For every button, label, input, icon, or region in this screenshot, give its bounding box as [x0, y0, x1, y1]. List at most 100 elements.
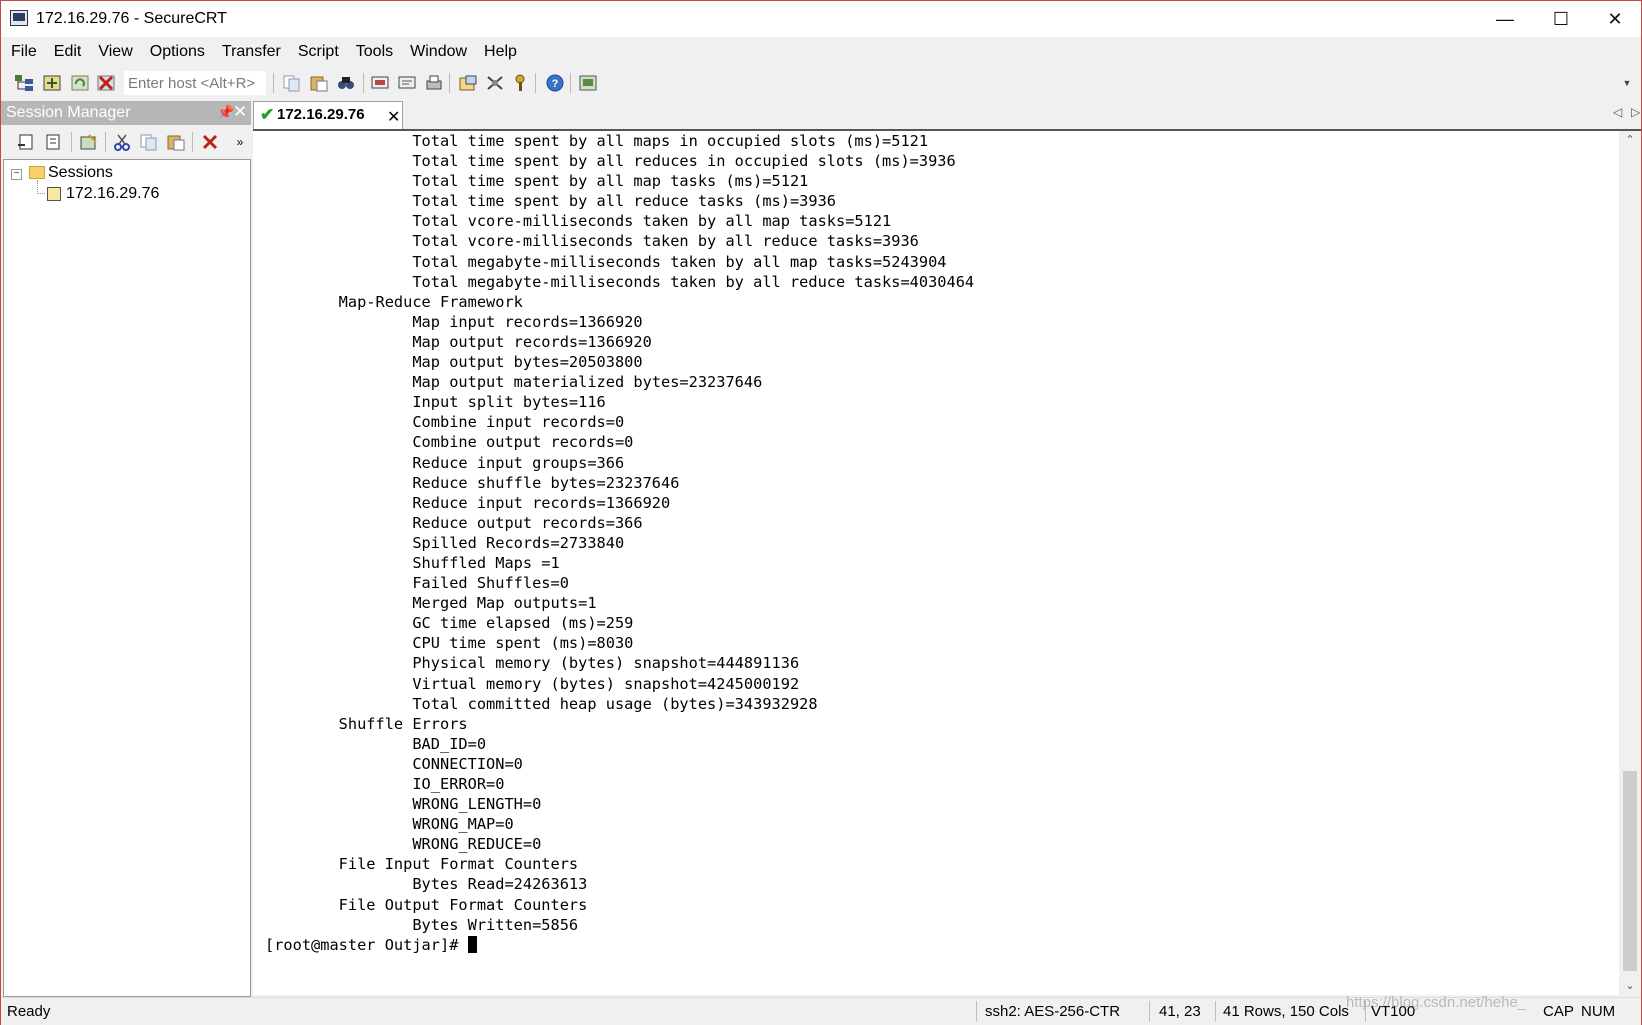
find-icon[interactable] — [335, 72, 357, 94]
session-item-172-16-29-76[interactable]: 172.16.29.76 — [66, 185, 159, 203]
watermark-text: https://blog.csdn.net/hehe_ — [1346, 994, 1527, 1011]
scroll-up-icon[interactable]: ⌃ — [1621, 131, 1639, 149]
connect-bar-icon[interactable] — [13, 72, 35, 94]
menu-edit[interactable]: Edit — [44, 38, 89, 66]
print-selection-icon[interactable] — [396, 72, 418, 94]
terminal-line: Reduce shuffle bytes=23237646 — [265, 473, 680, 492]
screen-icon[interactable] — [577, 72, 599, 94]
status-divider — [1215, 1001, 1216, 1022]
collapse-toggle-icon[interactable]: − — [11, 169, 22, 180]
menu-view[interactable]: View — [88, 38, 139, 66]
pin-icon[interactable]: 📌 — [217, 104, 234, 121]
terminal-line: Reduce input records=1366920 — [265, 493, 671, 512]
terminal-line: IO_ERROR=0 — [265, 775, 505, 793]
folder-icon — [29, 166, 45, 179]
maximize-button[interactable]: ☐ — [1533, 1, 1589, 37]
menu-tools[interactable]: Tools — [346, 38, 400, 66]
terminal-line: CPU time spent (ms)=8030 — [265, 634, 634, 653]
global-options-icon[interactable] — [484, 72, 506, 94]
tab-close-icon[interactable]: ✕ — [387, 107, 400, 127]
menu-options[interactable]: Options — [140, 38, 212, 66]
more-options-icon[interactable]: » — [229, 131, 251, 153]
print-icon[interactable] — [423, 72, 445, 94]
enter-host-input[interactable] — [124, 71, 266, 95]
session-manager-toolbar: » — [1, 126, 251, 158]
tree-connector — [37, 193, 45, 194]
terminal-line: Bytes Read=24263613 — [265, 875, 588, 894]
terminal-cursor — [467, 935, 477, 953]
toolbar-divider — [449, 73, 450, 93]
terminal-line: Reduce input groups=366 — [265, 453, 625, 472]
terminal-line: Map output records=1366920 — [265, 332, 652, 351]
toolbar-overflow-icon[interactable]: ▼ — [1616, 72, 1638, 94]
tab-scroll-left-icon[interactable]: ◁ — [1613, 105, 1622, 119]
menu-help[interactable]: Help — [474, 38, 524, 66]
terminal-line: Map output materialized bytes=23237646 — [265, 373, 763, 392]
connect-session-icon[interactable] — [15, 131, 37, 153]
terminal-line: Shuffle Errors — [265, 714, 468, 733]
help-icon[interactable]: ? — [544, 72, 566, 94]
terminal-line: Virtual memory (bytes) snapshot=42450001… — [265, 674, 800, 693]
session-icon — [47, 187, 61, 201]
title-bar: 172.16.29.76 - SecureCRT — ☐ ✕ — [1, 1, 1641, 37]
menu-bar: File Edit View Options Transfer Script T… — [1, 38, 1641, 66]
scroll-down-icon[interactable]: ⌄ — [1621, 977, 1639, 995]
reconnect-icon[interactable] — [69, 72, 91, 94]
toolbar-divider — [192, 132, 193, 152]
tab-label: 172.16.29.76 — [277, 106, 365, 123]
terminal-line: WRONG_LENGTH=0 — [265, 795, 542, 814]
terminal-line: Total time spent by all maps in occupied… — [265, 132, 929, 150]
copy-icon[interactable] — [138, 131, 160, 153]
toolbar-divider — [273, 73, 274, 93]
minimize-button[interactable]: — — [1477, 1, 1533, 37]
status-divider — [976, 1001, 977, 1022]
paste-icon[interactable] — [165, 131, 187, 153]
terminal-line: Total committed heap usage (bytes)=34393… — [265, 694, 818, 713]
disconnect-icon[interactable] — [95, 72, 117, 94]
terminal-line: Reduce output records=366 — [265, 513, 643, 532]
copy-icon[interactable] — [281, 72, 303, 94]
connect-in-tab-icon[interactable] — [42, 131, 64, 153]
tree-connector — [37, 180, 38, 194]
terminal-line: GC time elapsed (ms)=259 — [265, 614, 634, 633]
toolbar-divider — [363, 73, 364, 93]
scrollbar-thumb[interactable] — [1623, 771, 1637, 971]
menu-window[interactable]: Window — [400, 38, 474, 66]
session-tab[interactable]: ✔ 172.16.29.76 ✕ — [253, 101, 403, 129]
menu-transfer[interactable]: Transfer — [212, 38, 288, 66]
paste-icon[interactable] — [308, 72, 330, 94]
session-tree: − Sessions 172.16.29.76 — [3, 159, 251, 997]
terminal-scrollbar[interactable]: ⌃ ⌄ — [1621, 131, 1639, 995]
menu-file[interactable]: File — [1, 38, 44, 66]
securecrt-window: 172.16.29.76 - SecureCRT — ☐ ✕ File Edit… — [0, 0, 1642, 1025]
terminal-line: File Output Format Counters — [265, 895, 597, 914]
quick-connect-icon[interactable] — [41, 72, 63, 94]
toolbar-divider — [570, 73, 571, 93]
session-manager-header: Session Manager 📌 ✕ — [1, 101, 251, 125]
key-icon[interactable] — [509, 72, 531, 94]
terminal-line: Spilled Records=2733840 — [265, 533, 625, 552]
new-session-icon[interactable] — [78, 131, 100, 153]
status-ready: Ready — [7, 1003, 51, 1020]
terminal-line: BAD_ID=0 — [265, 734, 487, 753]
delete-icon[interactable] — [199, 131, 221, 153]
print-screen-icon[interactable] — [369, 72, 391, 94]
terminal-line: Total time spent by all map tasks (ms)=5… — [265, 172, 809, 191]
terminal-line: Total vcore-milliseconds taken by all re… — [265, 232, 919, 251]
session-manager-close-button[interactable]: ✕ — [233, 102, 247, 122]
main-toolbar: ? ▼ — [1, 67, 1641, 99]
terminal-line: WRONG_REDUCE=0 — [265, 835, 542, 854]
session-manager-title: Session Manager — [6, 104, 131, 121]
connected-check-icon: ✔ — [260, 105, 275, 124]
close-window-button[interactable]: ✕ — [1587, 1, 1642, 37]
terminal-line: WRONG_MAP=0 — [265, 815, 514, 834]
cut-icon[interactable] — [111, 131, 133, 153]
tab-scroll-right-icon[interactable]: ▷ — [1631, 105, 1640, 119]
terminal-view[interactable]: Total time spent by all maps in occupied… — [253, 131, 1619, 995]
shell-prompt: [root@master Outjar]# — [265, 935, 468, 954]
session-options-icon[interactable] — [457, 72, 479, 94]
terminal-line: Map input records=1366920 — [265, 312, 643, 331]
sessions-folder[interactable]: Sessions — [48, 164, 113, 182]
terminal-line: Combine input records=0 — [265, 413, 625, 432]
menu-script[interactable]: Script — [288, 38, 346, 66]
